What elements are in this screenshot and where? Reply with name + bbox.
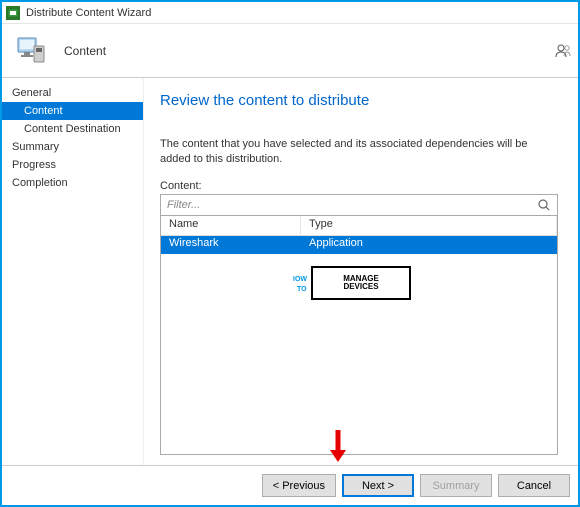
sidebar-item-general[interactable]: General [2,84,143,102]
column-type[interactable]: Type [301,216,557,235]
cell-name: Wireshark [161,236,301,254]
user-icon [554,42,572,60]
wizard-icon [6,6,20,20]
sidebar-item-summary[interactable]: Summary [2,138,143,156]
column-name[interactable]: Name [161,216,301,235]
window-title: Distribute Content Wizard [26,7,151,19]
content-icon [14,32,52,70]
next-button[interactable]: Next > [342,474,414,497]
titlebar: Distribute Content Wizard [2,2,578,24]
header-title: Content [64,44,106,58]
filter-box [160,194,558,216]
wizard-body: General Content Content Destination Summ… [2,78,578,465]
watermark-logo: IOW TO MANAGEDEVICES [311,266,411,300]
sidebar-item-progress[interactable]: Progress [2,156,143,174]
page-heading: Review the content to distribute [160,92,558,109]
sidebar-item-content[interactable]: Content [2,102,143,120]
sidebar-item-content-destination[interactable]: Content Destination [2,120,143,138]
previous-button[interactable]: < Previous [262,474,336,497]
table-row[interactable]: Wireshark Application [161,236,557,254]
wizard-header: Content [2,24,578,78]
cell-type: Application [301,236,557,254]
sidebar-item-completion[interactable]: Completion [2,174,143,192]
cancel-button[interactable]: Cancel [498,474,570,497]
table-header: Name Type [161,216,557,236]
filter-input[interactable] [167,199,537,211]
page-description: The content that you have selected and i… [160,137,558,168]
main-panel: Review the content to distribute The con… [144,78,578,465]
summary-button: Summary [420,474,492,497]
content-table: Name Type Wireshark Application IOW TO M… [160,216,558,455]
content-label: Content: [160,180,558,192]
wizard-footer: < Previous Next > Summary Cancel [2,465,578,505]
sidebar: General Content Content Destination Summ… [2,78,144,465]
search-icon[interactable] [537,198,551,212]
